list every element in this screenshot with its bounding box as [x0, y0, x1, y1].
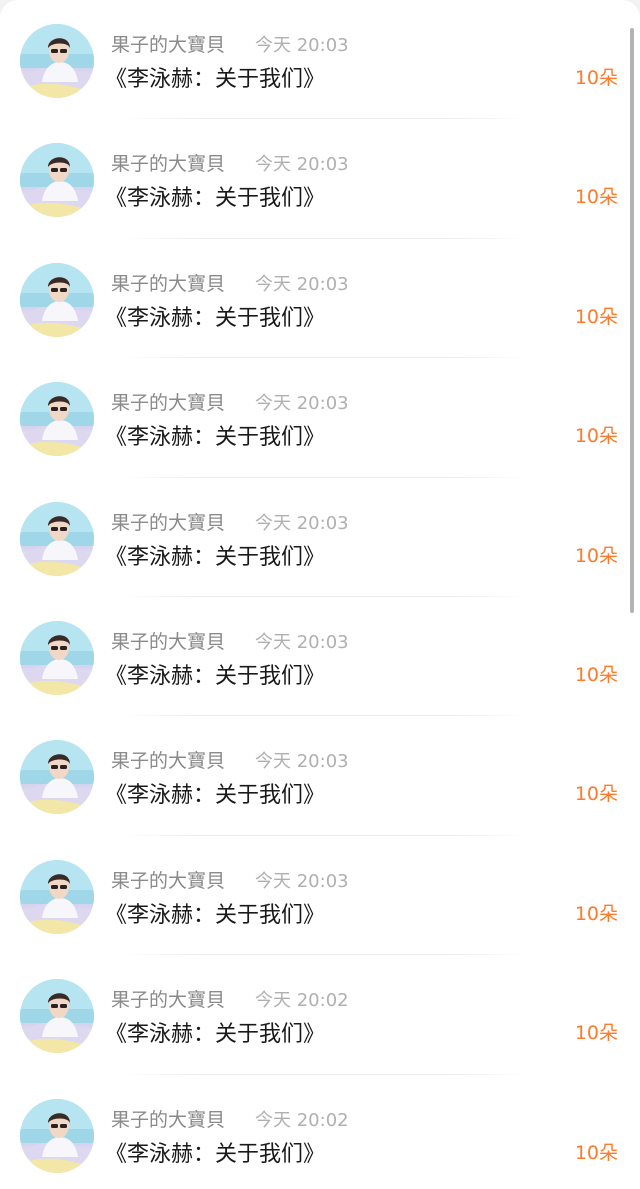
timestamp: 今天 20:03 — [255, 393, 349, 415]
user-avatar-photo-icon — [20, 501, 94, 576]
gift-title: 《李泳赫：关于我们》 — [105, 783, 326, 809]
list-item[interactable]: 果子的大寶貝 今天 20:03 《李泳赫：关于我们》 10朵 — [0, 119, 640, 239]
user-avatar-photo-icon — [20, 24, 94, 98]
gift-record-sheet: 果子的大寶貝 今天 20:03 《李泳赫：关于我们》 10朵 果子的大寶貝 今天… — [0, 0, 640, 1189]
avatar[interactable] — [20, 143, 94, 218]
gift-title: 《李泳赫：关于我们》 — [105, 186, 326, 212]
list-item[interactable]: 果子的大寶貝 今天 20:03 《李泳赫：关于我们》 10朵 — [0, 478, 640, 597]
avatar[interactable] — [20, 859, 94, 934]
timestamp: 今天 20:03 — [255, 631, 349, 653]
gift-title: 《李泳赫：关于我们》 — [105, 425, 326, 451]
list-item[interactable]: 果子的大寶貝 今天 20:02 《李泳赫：关于我们》 10朵 — [0, 955, 640, 1075]
list-item[interactable]: 果子的大寶貝 今天 20:02 《李泳赫：关于我们》 10朵 — [0, 1075, 640, 1189]
gift-title: 《李泳赫：关于我们》 — [105, 67, 326, 92]
timestamp: 今天 20:03 — [255, 35, 349, 56]
sender-name: 果子的大寶貝 — [111, 869, 226, 892]
timestamp: 今天 20:03 — [255, 154, 349, 176]
list-item[interactable]: 果子的大寶貝 今天 20:03 《李泳赫：关于我们》 10朵 — [0, 358, 640, 478]
gift-amount: 10朵 — [574, 186, 618, 209]
user-avatar-photo-icon — [20, 859, 94, 934]
gift-amount: 10朵 — [574, 1141, 618, 1164]
user-avatar-photo-icon — [20, 143, 94, 218]
list-item[interactable]: 果子的大寶貝 今天 20:03 《李泳赫：关于我们》 10朵 — [0, 0, 640, 120]
gift-title: 《李泳赫：关于我们》 — [105, 902, 326, 928]
sender-name: 果子的大寶貝 — [111, 989, 226, 1012]
gift-title: 《李泳赫：关于我们》 — [105, 663, 326, 689]
avatar[interactable] — [20, 262, 94, 337]
avatar[interactable] — [20, 740, 94, 815]
gift-title: 《李泳赫：关于我们》 — [105, 544, 326, 570]
gift-amount: 10朵 — [574, 902, 618, 925]
gift-title: 《李泳赫：关于我们》 — [105, 305, 326, 331]
gift-amount: 10朵 — [574, 1022, 618, 1045]
timestamp: 今天 20:03 — [255, 273, 349, 295]
user-avatar-photo-icon — [20, 382, 94, 457]
timestamp: 今天 20:03 — [255, 870, 349, 892]
list-item[interactable]: 果子的大寶貝 今天 20:03 《李泳赫：关于我们》 10朵 — [0, 239, 640, 359]
timestamp: 今天 20:03 — [255, 512, 349, 534]
avatar[interactable] — [20, 1098, 94, 1173]
sender-name: 果子的大寶貝 — [111, 153, 226, 176]
timestamp: 今天 20:02 — [255, 1109, 349, 1131]
scrollbar[interactable] — [630, 28, 634, 613]
sender-name: 果子的大寶貝 — [111, 750, 226, 773]
sender-name: 果子的大寶貝 — [111, 511, 226, 534]
sender-name: 果子的大寶貝 — [111, 1108, 226, 1131]
list-item[interactable]: 果子的大寶貝 今天 20:03 《李泳赫：关于我们》 10朵 — [0, 597, 640, 717]
sender-name: 果子的大寶貝 — [111, 272, 226, 295]
user-avatar-photo-icon — [20, 620, 94, 695]
gift-amount: 10朵 — [574, 305, 618, 328]
avatar[interactable] — [20, 24, 94, 98]
sender-name: 果子的大寶貝 — [111, 630, 226, 653]
gift-amount: 10朵 — [574, 425, 618, 448]
gift-record-list[interactable]: 果子的大寶貝 今天 20:03 《李泳赫：关于我们》 10朵 果子的大寶貝 今天… — [0, 0, 640, 1189]
list-item[interactable]: 果子的大寶貝 今天 20:03 《李泳赫：关于我们》 10朵 — [0, 716, 640, 836]
gift-amount: 10朵 — [574, 663, 618, 686]
gift-amount: 10朵 — [574, 544, 618, 567]
avatar[interactable] — [20, 979, 94, 1054]
gift-amount: 10朵 — [574, 67, 618, 89]
gift-title: 《李泳赫：关于我们》 — [105, 1141, 326, 1167]
sender-name: 果子的大寶貝 — [111, 392, 226, 415]
list-item[interactable]: 果子的大寶貝 今天 20:03 《李泳赫：关于我们》 10朵 — [0, 836, 640, 956]
user-avatar-photo-icon — [20, 262, 94, 337]
avatar[interactable] — [20, 501, 94, 576]
timestamp: 今天 20:02 — [255, 990, 349, 1012]
avatar[interactable] — [20, 620, 94, 695]
avatar[interactable] — [20, 382, 94, 457]
user-avatar-photo-icon — [20, 740, 94, 815]
user-avatar-photo-icon — [20, 979, 94, 1054]
sender-name: 果子的大寶貝 — [111, 34, 226, 56]
user-avatar-photo-icon — [20, 1098, 94, 1173]
timestamp: 今天 20:03 — [255, 751, 349, 773]
gift-amount: 10朵 — [574, 783, 618, 806]
gift-title: 《李泳赫：关于我们》 — [105, 1022, 326, 1048]
